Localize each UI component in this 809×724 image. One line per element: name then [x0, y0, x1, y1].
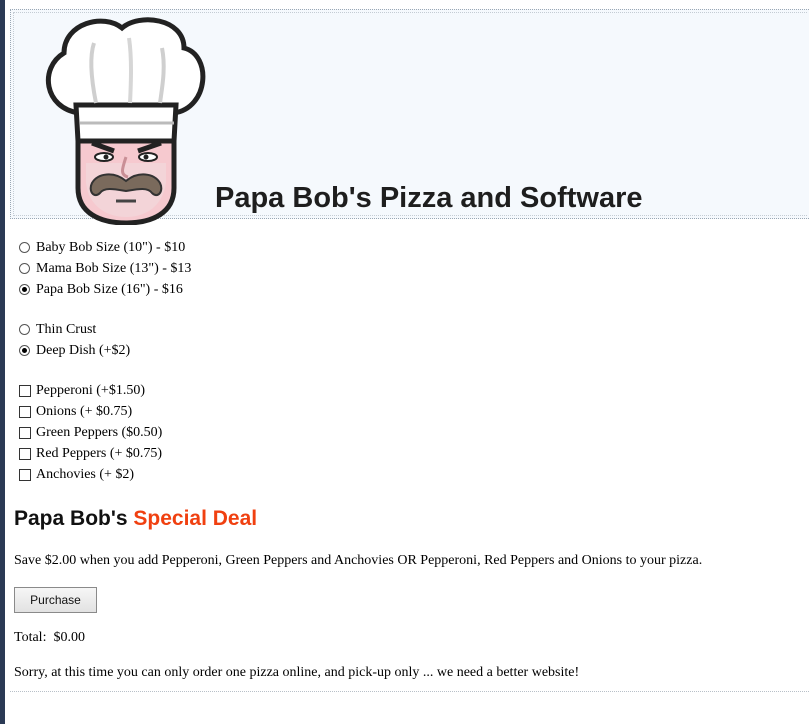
deal-heading-accent: Special Deal	[133, 507, 258, 530]
special-deal-heading: Papa Bob's Special Deal	[14, 507, 804, 531]
topping-checkbox-red-peppers[interactable]	[19, 447, 31, 460]
topping-checkbox-pepperoni[interactable]	[19, 384, 31, 397]
topping-checkbox-green-peppers[interactable]	[19, 426, 31, 439]
size-option-baby[interactable]: Baby Bob Size (10") - $10	[14, 237, 804, 258]
special-deal-text: Save $2.00 when you add Pepperoni, Green…	[14, 553, 703, 568]
footer-divider	[10, 691, 809, 692]
purchase-button[interactable]: Purchase	[14, 587, 97, 613]
footer-note: Sorry, at this time you can only order o…	[14, 665, 580, 680]
topping-label: Red Peppers (+ $0.75)	[36, 446, 163, 461]
crust-option-deep[interactable]: Deep Dish (+$2)	[14, 340, 804, 361]
order-total: Total: $0.00	[14, 630, 85, 645]
crust-option-thin[interactable]: Thin Crust	[14, 319, 804, 340]
topping-option-pepperoni[interactable]: Pepperoni (+$1.50)	[14, 380, 804, 401]
topping-checkbox-onions[interactable]	[19, 405, 31, 418]
topping-option-green-peppers[interactable]: Green Peppers ($0.50)	[14, 422, 804, 443]
size-options: Baby Bob Size (10") - $10 Mama Bob Size …	[14, 237, 804, 300]
topping-checkbox-anchovies[interactable]	[19, 468, 31, 481]
chef-mustache-logo-icon	[46, 17, 206, 225]
topping-label: Green Peppers ($0.50)	[36, 425, 163, 440]
topping-option-anchovies[interactable]: Anchovies (+ $2)	[14, 464, 804, 485]
size-radio-mama[interactable]	[19, 263, 30, 274]
topping-label: Anchovies (+ $2)	[36, 467, 135, 482]
size-label: Papa Bob Size (16") - $16	[36, 282, 183, 297]
size-label: Mama Bob Size (13") - $13	[36, 261, 192, 276]
topping-options: Pepperoni (+$1.50) Onions (+ $0.75) Gree…	[14, 380, 804, 485]
crust-radio-deep[interactable]	[19, 345, 30, 356]
topping-option-onions[interactable]: Onions (+ $0.75)	[14, 401, 804, 422]
size-option-papa[interactable]: Papa Bob Size (16") - $16	[14, 279, 804, 300]
crust-radio-thin[interactable]	[19, 324, 30, 335]
crust-label: Deep Dish (+$2)	[36, 343, 131, 358]
crust-label: Thin Crust	[36, 322, 97, 337]
topping-option-red-peppers[interactable]: Red Peppers (+ $0.75)	[14, 443, 804, 464]
window-left-edge	[0, 0, 5, 724]
deal-heading-prefix: Papa Bob's	[14, 507, 128, 530]
size-option-mama[interactable]: Mama Bob Size (13") - $13	[14, 258, 804, 279]
site-title: Papa Bob's Pizza and Software	[215, 182, 643, 214]
order-form: Baby Bob Size (10") - $10 Mama Bob Size …	[14, 237, 804, 681]
size-radio-baby[interactable]	[19, 242, 30, 253]
topping-label: Pepperoni (+$1.50)	[36, 383, 145, 398]
size-radio-papa[interactable]	[19, 284, 30, 295]
size-label: Baby Bob Size (10") - $10	[36, 240, 186, 255]
crust-options: Thin Crust Deep Dish (+$2)	[14, 319, 804, 361]
topping-label: Onions (+ $0.75)	[36, 404, 133, 419]
site-header: Papa Bob's Pizza and Software	[10, 9, 809, 225]
